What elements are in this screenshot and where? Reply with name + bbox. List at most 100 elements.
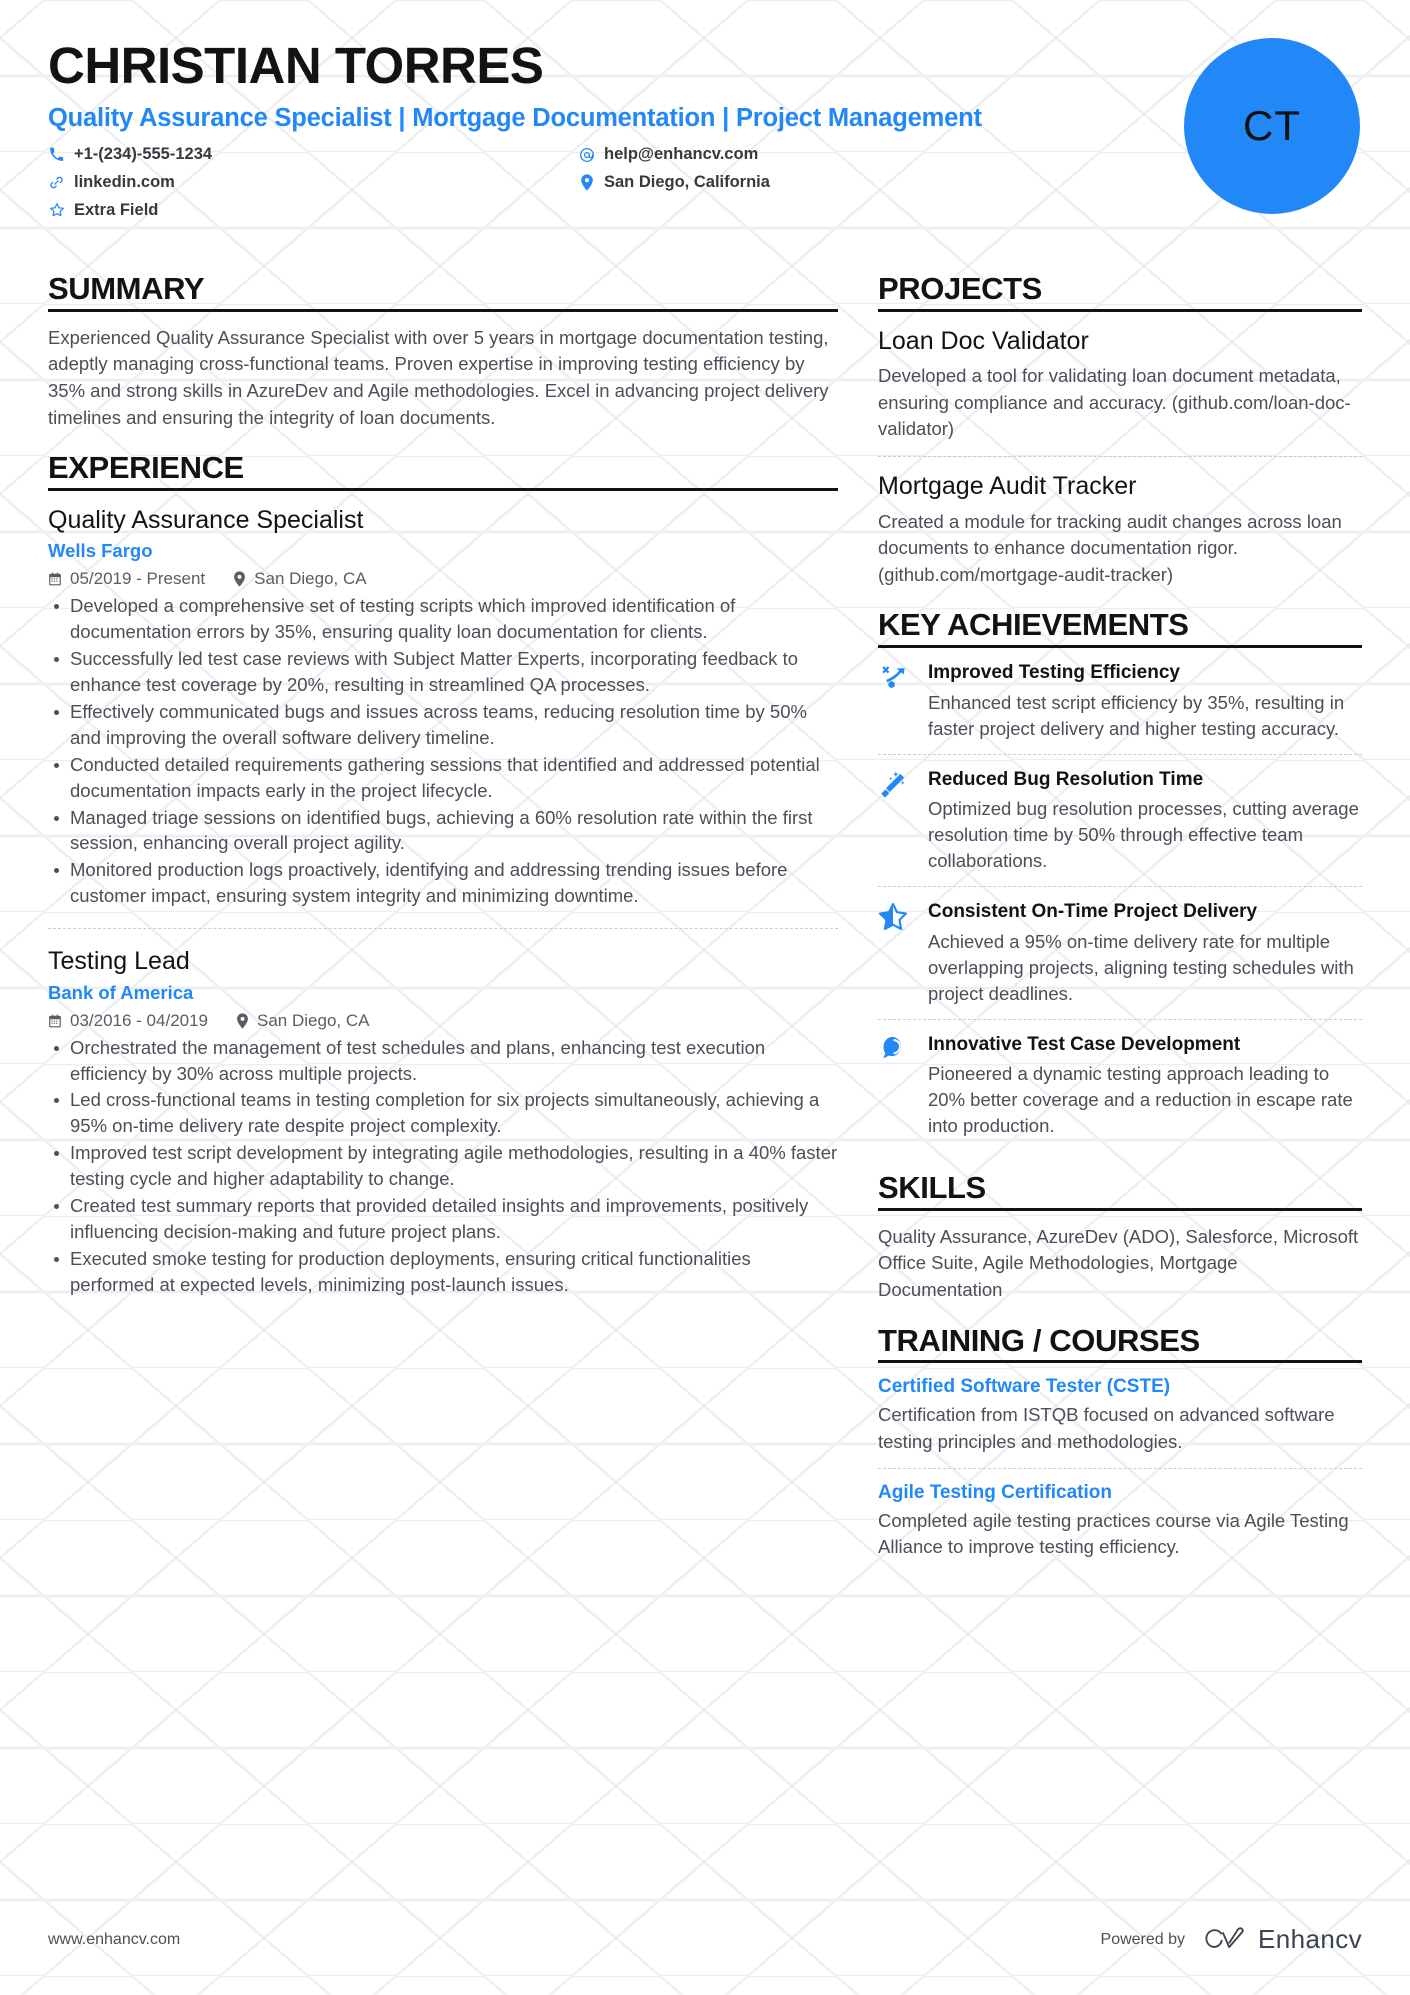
section-experience: Experience Quality Assurance Specialist … (48, 450, 838, 1302)
powered-by-label: Powered by (1100, 1930, 1186, 1948)
achievement-title: Reduced Bug Resolution Time (928, 768, 1204, 790)
contact-list: +1-(234)-555-1234 help@enhancv.com linke… (48, 142, 848, 222)
contact-location[interactable]: San Diego, California (578, 170, 848, 195)
achievement-body: Improved Testing Efficiency Enhanced tes… (928, 661, 1362, 742)
summary-heading: Summary (48, 271, 205, 306)
trend-arrow-icon (878, 661, 912, 742)
contact-location-text: San Diego, California (604, 172, 770, 191)
resume-header: Christian Torres Quality Assurance Speci… (48, 38, 1362, 268)
course-name[interactable]: Agile Testing Certification (878, 1482, 1362, 1504)
experience-item: Quality Assurance Specialist Wells Fargo… (48, 504, 838, 914)
job-bullet: Successfully led test case reviews with … (48, 646, 838, 698)
achievement-body: Consistent On-Time Project Delivery Achi… (928, 900, 1362, 1006)
job-bullet: Executed smoke testing for production de… (48, 1246, 838, 1298)
location-icon (236, 1013, 249, 1029)
half-star-icon (878, 900, 912, 1006)
course-description: Completed agile testing practices course… (878, 1509, 1349, 1558)
footer-url[interactable]: www.enhancv.com (48, 1931, 180, 1949)
contact-phone-text: +1-(234)-555-1234 (74, 145, 213, 164)
footer-brand: Powered by Enhancv (1101, 1924, 1362, 1955)
job-company[interactable]: Bank of America (48, 982, 838, 1004)
achievement-title: Improved Testing Efficiency (928, 662, 1180, 684)
course-name[interactable]: Certified Software Tester (CSTE) (878, 1376, 1362, 1398)
job-bullet: Managed triage sessions on identified bu… (48, 805, 838, 857)
job-bullets: Orchestrated the management of test sche… (48, 1035, 838, 1298)
achievement-title: Consistent On-Time Project Delivery (928, 901, 1258, 923)
course-item: Certified Software Tester (CSTE) Certifi… (878, 1376, 1362, 1455)
section-achievements: Key Achievements Improved Testing Effici… (878, 608, 1362, 1151)
job-bullets: Developed a comprehensive set of testing… (48, 593, 838, 909)
job-dates: 03/2016 - 04/2019 (48, 1011, 208, 1031)
avatar: CT (1184, 38, 1360, 214)
contact-extra-field-text: Extra Field (74, 200, 159, 219)
phone-icon (48, 147, 65, 162)
achievement-description: Achieved a 95% on-time delivery rate for… (928, 930, 1354, 1004)
email-icon (578, 147, 595, 163)
job-meta: 05/2019 - Present San Diego, CA (48, 569, 838, 589)
star-icon (48, 202, 65, 218)
course-item: Agile Testing Certification Completed ag… (878, 1467, 1362, 1561)
projects-heading: Projects (878, 271, 1042, 306)
contact-extra-field[interactable]: Extra Field (48, 198, 578, 223)
job-location: San Diego, CA (236, 1011, 369, 1031)
skills-heading: Skills (878, 1169, 986, 1205)
left-column: Summary Experienced Quality Assurance Sp… (48, 271, 838, 1581)
job-meta: 03/2016 - 04/2019 San Diego, CA (48, 1011, 838, 1031)
experience-item: Testing Lead Bank of America 03/2016 - 0… (48, 928, 838, 1302)
skills-text: Quality Assurance, AzureDev (ADO), Sales… (878, 1225, 1359, 1300)
achievement-body: Innovative Test Case Development Pioneer… (928, 1033, 1362, 1139)
job-bullet: Conducted detailed requirements gatherin… (48, 752, 838, 804)
contact-email-text: help@enhancv.com (604, 145, 759, 164)
experience-heading: Experience (48, 450, 244, 486)
contact-phone[interactable]: +1-(234)-555-1234 (48, 142, 578, 167)
summary-rule (48, 308, 838, 312)
section-skills: Skills Quality Assurance, AzureDev (ADO)… (878, 1169, 1362, 1304)
enhancv-wordmark: Enhancv (1258, 1924, 1362, 1954)
job-bullet: Led cross-functional teams in testing co… (48, 1087, 838, 1139)
achievement-item: Improved Testing Efficiency Enhanced tes… (878, 661, 1362, 754)
section-summary: Summary Experienced Quality Assurance Sp… (48, 271, 838, 431)
achievements-rule (878, 645, 1362, 649)
achievement-item: Consistent On-Time Project Delivery Achi… (878, 886, 1362, 1018)
projects-rule (878, 308, 1362, 312)
project-name: Mortgage Audit Tracker (878, 472, 1137, 501)
lightbulb-head-icon (878, 1033, 912, 1139)
page-footer: www.enhancv.com Powered by Enhancv (48, 1924, 1362, 1955)
job-role: Quality Assurance Specialist (48, 505, 364, 534)
course-description: Certification from ISTQB focused on adva… (878, 1404, 1335, 1452)
link-icon (48, 175, 65, 190)
training-rule (878, 1360, 1362, 1364)
contact-email[interactable]: help@enhancv.com (578, 142, 848, 167)
location-icon (578, 174, 595, 191)
avatar-initials: CT (1243, 102, 1301, 149)
job-dates: 05/2019 - Present (48, 569, 205, 589)
project-description: Created a module for tracking audit chan… (878, 510, 1342, 585)
job-location: San Diego, CA (233, 569, 367, 589)
achievement-item: Innovative Test Case Development Pioneer… (878, 1018, 1362, 1151)
resume-content: Christian Torres Quality Assurance Speci… (0, 0, 1410, 1995)
project-name: Loan Doc Validator (878, 326, 1089, 355)
project-description: Developed a tool for validating loan doc… (878, 365, 1351, 440)
project-item: Loan Doc Validator Developed a tool for … (878, 325, 1362, 443)
achievements-heading: Key Achievements (878, 607, 1189, 643)
location-icon (233, 571, 246, 588)
skills-rule (878, 1207, 1362, 1211)
experience-rule (48, 487, 838, 491)
page-title: Christian Torres (48, 37, 544, 94)
section-projects: Projects Loan Doc Validator Developed a … (878, 271, 1362, 588)
job-bullet: Effectively communicated bugs and issues… (48, 699, 838, 751)
professional-headline: Quality Assurance Specialist | Mortgage … (48, 104, 982, 133)
calendar-icon (48, 572, 62, 586)
section-training: Training / Courses Certified Software Te… (878, 1323, 1362, 1561)
job-bullet: Improved test script development by inte… (48, 1140, 838, 1192)
achievement-description: Enhanced test script efficiency by 35%, … (928, 691, 1345, 739)
job-bullet: Monitored production logs proactively, i… (48, 857, 838, 909)
contact-linkedin[interactable]: linkedin.com (48, 170, 578, 195)
job-bullet: Created test summary reports that provid… (48, 1193, 838, 1245)
achievement-body: Reduced Bug Resolution Time Optimized bu… (928, 768, 1362, 874)
job-bullet: Orchestrated the management of test sche… (48, 1035, 838, 1087)
project-item: Mortgage Audit Tracker Created a module … (878, 456, 1362, 588)
job-company[interactable]: Wells Fargo (48, 540, 838, 562)
calendar-icon (48, 1014, 62, 1028)
right-column: Projects Loan Doc Validator Developed a … (878, 271, 1362, 1581)
